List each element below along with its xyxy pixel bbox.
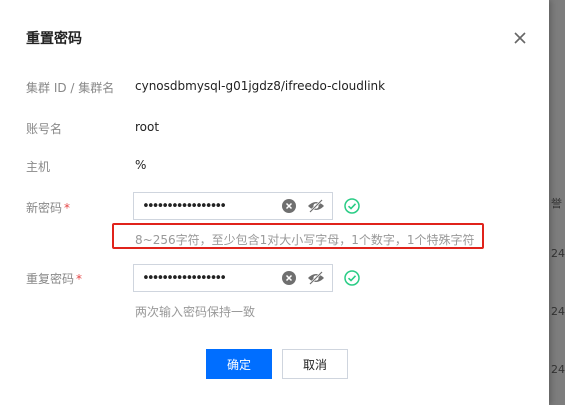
check-circle-icon [344,270,360,286]
required-mark: * [64,201,71,215]
new-password-label-text: 新密码 [26,201,63,215]
background-text: 24 [551,363,565,376]
confirm-password-label: 重复密码 * [26,270,82,287]
confirm-button[interactable]: 确定 [206,349,272,379]
background-text: 24 [551,247,565,260]
cluster-value: cynosdbmysql-g01jgdz8/ifreedo-cloudlink [135,79,386,93]
host-value: % [135,158,147,172]
close-icon [514,32,526,44]
check-circle-icon [344,198,360,214]
confirm-password-field[interactable] [133,264,333,292]
dialog-title: 重置密码 [26,31,82,47]
confirm-password-input[interactable] [142,270,272,286]
new-password-hint: 8~256字符，至少包含1对大小写字母，1个数字，1个特殊字符 [135,233,475,247]
background-page: 誉 24 24 24 [549,0,565,405]
reset-password-dialog: 重置密码 集群 ID / 集群名 cynosdbmysql-g01jgdz8/i… [0,0,549,405]
background-text: 誉 [551,197,562,210]
clear-icon[interactable] [282,199,296,213]
host-label: 主机 [26,160,51,174]
clear-icon[interactable] [282,271,296,285]
confirm-password-hint: 两次输入密码保持一致 [135,305,256,319]
cancel-button[interactable]: 取消 [282,349,348,379]
required-mark: * [76,272,83,286]
close-button[interactable] [508,26,532,50]
new-password-label: 新密码 * [26,199,70,216]
new-password-field[interactable] [133,192,333,220]
account-value: root [135,120,160,134]
new-password-input[interactable] [142,198,272,214]
eye-off-icon[interactable] [307,271,325,285]
cluster-label: 集群 ID / 集群名 [26,81,115,95]
account-label: 账号名 [26,122,63,136]
confirm-password-label-text: 重复密码 [26,272,75,286]
background-text: 24 [551,305,565,318]
eye-off-icon[interactable] [307,199,325,213]
